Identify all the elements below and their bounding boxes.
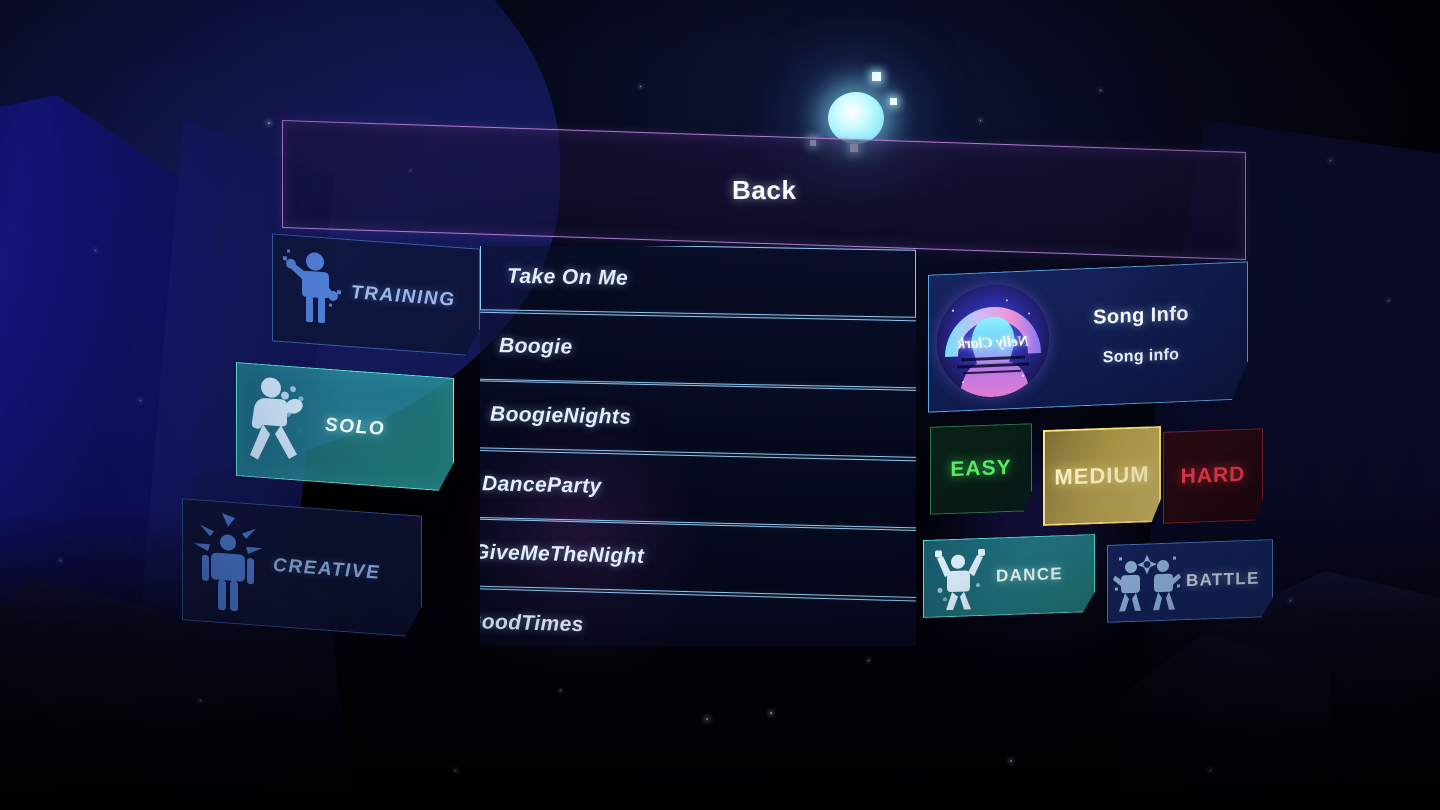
play-mode-button-dance-label: DANCE — [996, 564, 1063, 586]
difficulty-button-easy[interactable]: EASY — [930, 423, 1032, 515]
song-info-subtitle: Song info — [1102, 345, 1180, 366]
creative-figure-icon — [183, 499, 273, 626]
song-list-item-title: Take On Me — [507, 264, 629, 290]
menu-ui-layer: Back TRAINING SOLO CREATIVE Take On Me B… — [0, 0, 1440, 810]
mode-button-creative[interactable]: CREATIVE — [182, 498, 422, 638]
back-button[interactable]: Back — [282, 120, 1246, 260]
song-info-title: Song Info — [1093, 302, 1189, 329]
song-list-item-title: GoodTimes — [480, 609, 584, 636]
song-list-item[interactable]: DanceParty — [480, 448, 916, 529]
mode-button-training-label: TRAINING — [351, 282, 456, 311]
mode-button-solo-label: SOLO — [325, 414, 386, 440]
difficulty-button-hard-label: HARD — [1180, 462, 1246, 489]
difficulty-button-hard[interactable]: HARD — [1163, 428, 1263, 523]
song-list-item-title: GiveMeTheNight — [480, 540, 645, 568]
dance-figure-icon — [924, 538, 996, 617]
mode-button-training[interactable]: TRAINING — [272, 233, 480, 356]
song-list-item-title: Boogie — [498, 333, 573, 359]
battle-figures-icon — [1108, 543, 1186, 622]
song-info-text-group: Song Info Song info — [1049, 300, 1247, 369]
training-figure-icon — [273, 234, 351, 346]
back-button-label: Back — [731, 174, 797, 205]
mode-button-creative-label: CREATIVE — [273, 554, 381, 584]
song-list-item[interactable]: Boogie — [480, 311, 916, 388]
play-mode-button-battle[interactable]: BATTLE — [1107, 539, 1273, 623]
mode-button-solo[interactable]: SOLO — [236, 362, 454, 492]
synthwave-album-art: Nelly Clark — [937, 283, 1049, 400]
song-list[interactable]: Take On Me Boogie BoogieNights DanceParty Gi… — [480, 246, 916, 646]
song-list-item-title: DanceParty — [481, 471, 602, 498]
difficulty-button-medium-label: MEDIUM — [1054, 461, 1150, 490]
song-list-item[interactable]: Take On Me — [480, 246, 916, 318]
difficulty-button-easy-label: EASY — [950, 455, 1012, 482]
song-list-item-title: BoogieNights — [490, 402, 632, 429]
play-mode-button-dance[interactable]: DANCE — [923, 534, 1095, 618]
svg-text:Nelly Clark: Nelly Clark — [957, 333, 1030, 352]
song-list-item[interactable]: GiveMeTheNight — [480, 517, 916, 599]
play-mode-button-battle-label: BATTLE — [1186, 568, 1260, 591]
song-list-item[interactable]: BoogieNights — [480, 380, 916, 458]
difficulty-button-medium[interactable]: MEDIUM — [1043, 426, 1161, 526]
solo-guitar-figure-icon — [237, 363, 325, 481]
song-info-panel[interactable]: Nelly Clark Song Info Song info — [928, 261, 1248, 412]
